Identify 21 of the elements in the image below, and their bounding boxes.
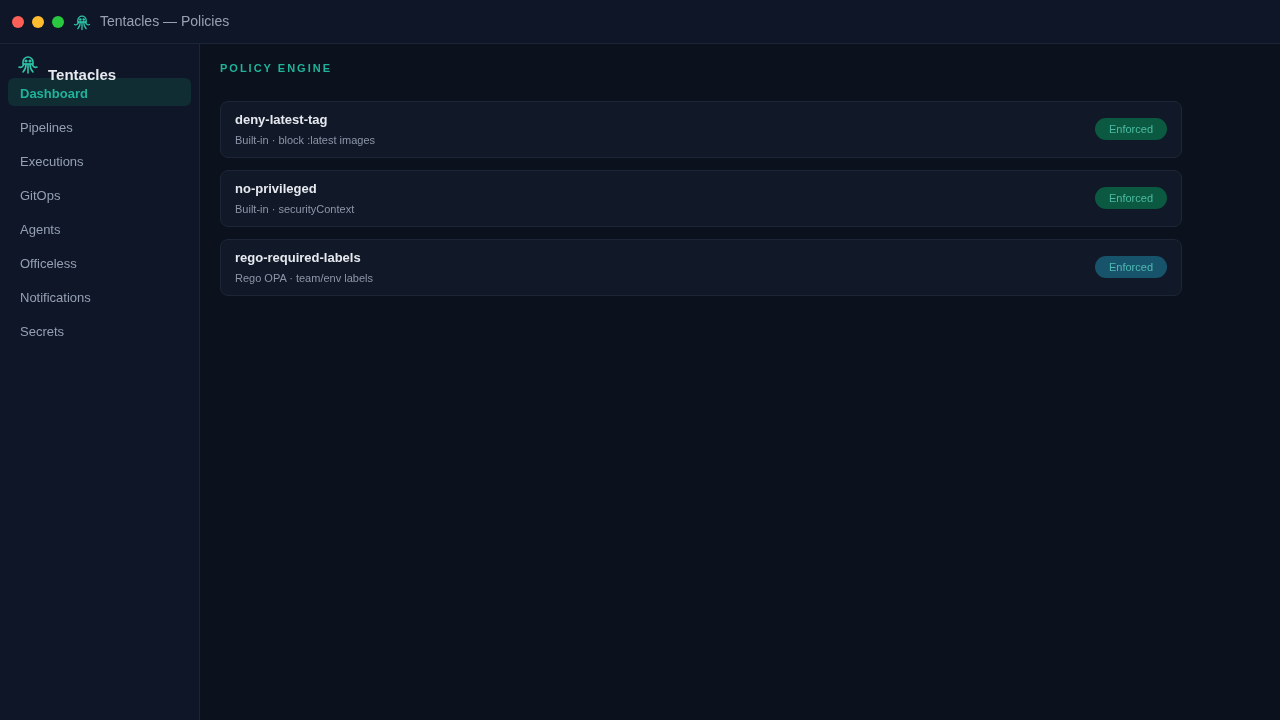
maximize-button[interactable] xyxy=(52,15,64,28)
status-badge: Enforced xyxy=(1094,255,1167,279)
policy-name: deny-latest-tag xyxy=(235,110,329,129)
window-title: Tentacles — Policies xyxy=(100,12,230,31)
sidebar-item[interactable]: Pipelines xyxy=(8,112,191,140)
policy-name: no-privileged xyxy=(235,179,318,198)
close-button[interactable] xyxy=(12,15,24,28)
sidebar-item[interactable]: Agents xyxy=(8,214,191,242)
minimize-button[interactable] xyxy=(32,15,44,28)
policy-name: rego-required-labels xyxy=(235,248,362,267)
policy-description: Built-in · block :latest images xyxy=(235,133,375,148)
sidebar-item[interactable]: Notifications xyxy=(8,282,191,310)
sidebar-item[interactable]: Secrets xyxy=(8,316,191,344)
status-badge: Enforced xyxy=(1094,186,1167,210)
sidebar-item[interactable]: Executions xyxy=(8,146,191,174)
section-title: POLICY ENGINE xyxy=(220,61,333,76)
status-badge: Enforced xyxy=(1094,117,1167,141)
sidebar-item[interactable]: GitOps xyxy=(8,180,191,208)
policy-description: Built-in · securityContext xyxy=(235,202,355,217)
policy-description: Rego OPA · team/env labels xyxy=(235,271,373,286)
sidebar-item[interactable]: Officeless xyxy=(8,248,191,276)
